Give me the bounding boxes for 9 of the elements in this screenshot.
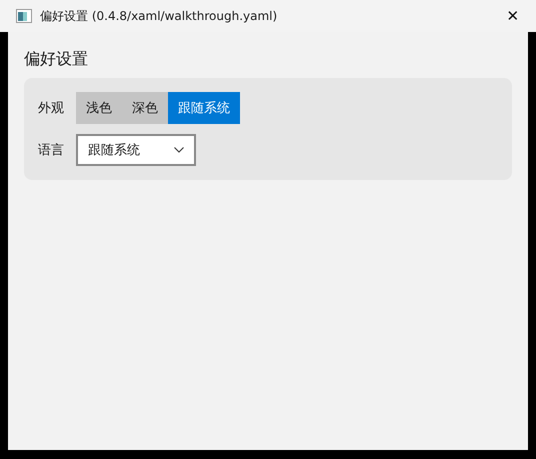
setting-label: 外观 xyxy=(38,100,64,117)
app-icon xyxy=(16,9,32,23)
window-title: 偏好设置 (0.4.8/xaml/walkthrough.yaml) xyxy=(40,8,278,24)
setting-label: 语言 xyxy=(38,142,64,159)
close-button[interactable]: ✕ xyxy=(490,0,536,32)
segment-option[interactable]: 跟随系统 xyxy=(168,92,240,124)
dropdown[interactable]: 跟随系统 xyxy=(76,134,196,166)
page-heading: 偏好设置 xyxy=(24,48,89,70)
chevron-down-icon xyxy=(174,147,184,153)
